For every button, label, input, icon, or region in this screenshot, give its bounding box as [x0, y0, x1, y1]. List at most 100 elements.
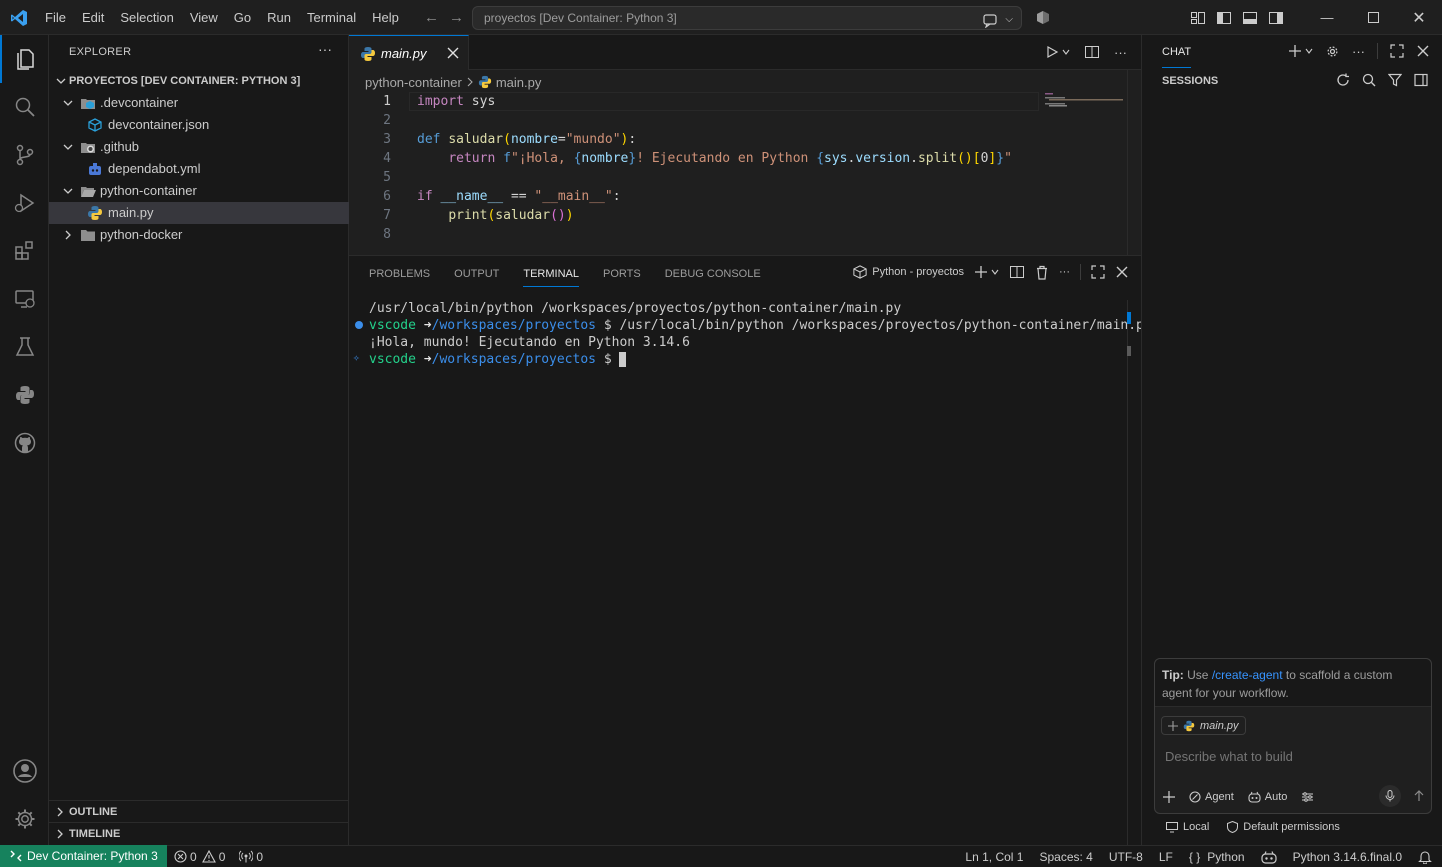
tab-terminal[interactable]: TERMINAL: [523, 256, 579, 292]
command-decoration-icon[interactable]: [355, 321, 363, 329]
accounts-shield-icon[interactable]: [1036, 10, 1050, 25]
maximize-icon[interactable]: [1390, 44, 1404, 58]
python-activity[interactable]: [0, 371, 49, 419]
chat-prompt-input[interactable]: [1165, 749, 1415, 764]
github-activity[interactable]: [0, 419, 49, 467]
remote-indicator[interactable]: Dev Container: Python 3: [0, 845, 167, 867]
extensions-activity[interactable]: [0, 227, 49, 275]
new-terminal-button[interactable]: [974, 265, 999, 279]
run-python-button[interactable]: [1045, 45, 1070, 59]
editor-scrollbar[interactable]: [1127, 70, 1128, 255]
trash-icon[interactable]: [1035, 265, 1049, 280]
source-control-activity[interactable]: [0, 131, 49, 179]
tree-file-devcontainer-json[interactable]: devcontainer.json: [49, 114, 349, 136]
close-panel-icon[interactable]: [1115, 265, 1129, 279]
toggle-panel-icon[interactable]: [1242, 10, 1258, 26]
command-center[interactable]: proyectos [Dev Container: Python 3] ⌵: [472, 6, 1022, 30]
toggle-sidebar-icon[interactable]: [1414, 73, 1428, 87]
search-icon[interactable]: [1362, 73, 1376, 87]
model-picker[interactable]: Auto: [1248, 791, 1287, 803]
tree-folder-devcontainer[interactable]: .devcontainer: [49, 92, 349, 114]
more-actions-icon[interactable]: ···: [318, 41, 332, 57]
workspace-root[interactable]: PROYECTOS [DEV CONTAINER: PYTHON 3]: [49, 70, 349, 92]
breadcrumb-folder[interactable]: python-container: [365, 75, 462, 90]
tree-file-dependabot[interactable]: dependabot.yml: [49, 158, 349, 180]
menu-selection[interactable]: Selection: [112, 0, 181, 35]
copilot-status-icon[interactable]: [1260, 850, 1277, 864]
menu-help[interactable]: Help: [364, 0, 407, 35]
add-context-icon[interactable]: [1163, 791, 1175, 803]
tree-file-main-py[interactable]: main.py: [49, 202, 349, 224]
explorer-activity[interactable]: [0, 35, 49, 83]
manage-activity[interactable]: [0, 795, 49, 843]
end-of-line[interactable]: LF: [1159, 850, 1173, 864]
breadcrumb-file[interactable]: main.py: [496, 75, 542, 90]
terminal-scrollbar[interactable]: [1127, 300, 1133, 846]
tree-folder-python-docker[interactable]: python-docker: [49, 224, 349, 246]
tab-debug-console[interactable]: DEBUG CONSOLE: [665, 256, 761, 292]
cursor-position[interactable]: Ln 1, Col 1: [965, 850, 1023, 864]
create-agent-link[interactable]: /create-agent: [1212, 668, 1283, 682]
menu-run[interactable]: Run: [259, 0, 299, 35]
more-actions-icon[interactable]: ···: [1059, 266, 1070, 278]
copilot-chat-icon[interactable]: [981, 12, 999, 28]
toggle-primary-sidebar-icon[interactable]: [1216, 10, 1232, 26]
tree-folder-github[interactable]: .github: [49, 136, 349, 158]
accounts-activity[interactable]: [0, 747, 49, 795]
split-editor-icon[interactable]: [1084, 44, 1100, 60]
send-arrow-icon[interactable]: [1413, 790, 1425, 802]
sparkle-icon[interactable]: ✧: [353, 351, 360, 364]
search-activity[interactable]: [0, 83, 49, 131]
more-actions-icon[interactable]: ···: [1352, 44, 1365, 59]
menu-file[interactable]: File: [37, 0, 74, 35]
language-mode[interactable]: { } Python: [1189, 850, 1245, 864]
remote-explorer-activity[interactable]: [0, 275, 49, 323]
maximize-button[interactable]: [1350, 0, 1396, 35]
tab-problems[interactable]: PROBLEMS: [369, 256, 430, 292]
toggle-secondary-sidebar-icon[interactable]: [1268, 10, 1284, 26]
permissions-picker[interactable]: Default permissions: [1227, 821, 1340, 833]
arrow-right-icon[interactable]: →: [449, 9, 464, 26]
voice-input-button[interactable]: [1379, 785, 1401, 807]
indentation[interactable]: Spaces: 4: [1039, 850, 1092, 864]
minimize-button[interactable]: —: [1304, 0, 1350, 35]
python-interpreter[interactable]: Python 3.14.6.final.0: [1293, 850, 1402, 864]
context-attachment[interactable]: main.py: [1161, 716, 1246, 735]
local-target[interactable]: Local: [1166, 821, 1209, 833]
outline-section[interactable]: OUTLINE: [49, 800, 349, 822]
run-debug-activity[interactable]: [0, 179, 49, 227]
refresh-icon[interactable]: [1336, 73, 1350, 87]
terminal-line: /usr/local/bin/python /workspaces/proyec…: [369, 301, 902, 316]
chat-title[interactable]: CHAT: [1162, 46, 1192, 68]
chevron-down-icon[interactable]: ⌵: [1005, 9, 1013, 31]
filter-icon[interactable]: [1388, 73, 1402, 87]
more-actions-icon[interactable]: ···: [1114, 45, 1127, 60]
close-window-button[interactable]: ✕: [1396, 0, 1442, 35]
arrow-left-icon[interactable]: ←: [424, 9, 439, 26]
timeline-section[interactable]: TIMELINE: [49, 822, 349, 844]
tools-settings-icon[interactable]: [1301, 791, 1314, 803]
tab-main-py[interactable]: main.py: [349, 35, 469, 70]
tab-ports[interactable]: PORTS: [603, 256, 641, 292]
menu-terminal[interactable]: Terminal: [299, 0, 364, 35]
terminal-selector[interactable]: Python - proyectos: [853, 265, 964, 279]
agent-mode-picker[interactable]: Agent: [1189, 791, 1234, 803]
gear-icon[interactable]: [1325, 44, 1340, 59]
maximize-panel-icon[interactable]: [1091, 265, 1105, 279]
ports-status[interactable]: 0: [239, 850, 263, 864]
bell-icon[interactable]: [1418, 850, 1432, 864]
testing-activity[interactable]: [0, 323, 49, 371]
menu-go[interactable]: Go: [226, 0, 259, 35]
menu-view[interactable]: View: [182, 0, 226, 35]
split-terminal-icon[interactable]: [1009, 264, 1025, 280]
encoding[interactable]: UTF-8: [1109, 850, 1143, 864]
minimap[interactable]: [1045, 92, 1127, 122]
close-icon[interactable]: [1416, 44, 1430, 58]
close-icon[interactable]: [445, 45, 461, 61]
new-chat-button[interactable]: [1288, 44, 1313, 58]
menu-edit[interactable]: Edit: [74, 0, 112, 35]
tab-output[interactable]: OUTPUT: [454, 256, 499, 292]
tree-folder-python-container[interactable]: python-container: [49, 180, 349, 202]
customize-layout-icon[interactable]: [1190, 10, 1206, 26]
problems-status[interactable]: 0 0: [174, 850, 225, 864]
